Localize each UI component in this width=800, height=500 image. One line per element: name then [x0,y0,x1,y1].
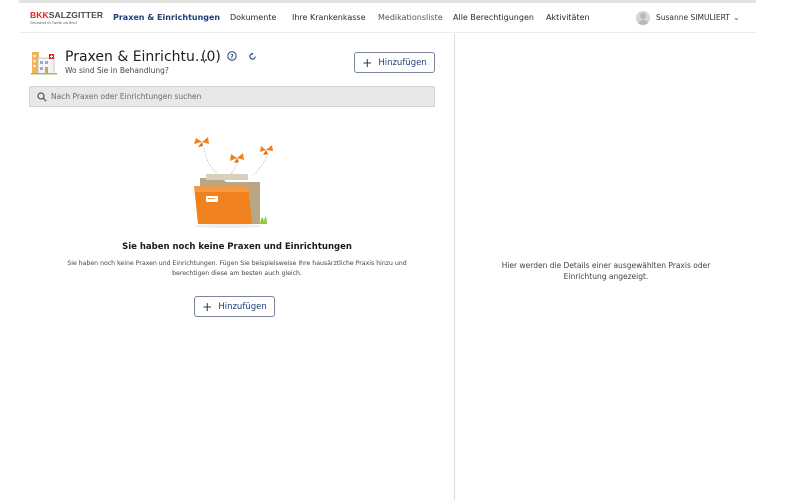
detail-panel: Hier werden die Details einer ausgewählt… [456,34,756,500]
nav-praxen-einrichtungen[interactable]: Praxen & Einrichtungen [113,3,220,33]
header: BKKSALZGITTER Gesundheit für Familie und… [19,3,756,33]
user-name: Susanne SIMULIERT [656,13,730,22]
search-bar[interactable] [29,86,435,107]
nav-dokumente[interactable]: Dokumente [230,3,276,33]
add-button-label: Hinzufügen [218,301,267,312]
page-title: Praxen & Einrichtu... [65,49,209,65]
logo-tagline: Gesundheit für Familie und Beruf [30,21,77,25]
nav-label: Dokumente [230,13,277,22]
practice-count: (0) [201,49,221,65]
app-window: BKKSALZGITTER Gesundheit für Familie und… [19,0,756,500]
butterfly-icon [194,137,209,147]
logo-brand-part1: BKK [30,10,49,20]
practice-list-panel: Praxen & Einrichtu... (0) Wo sind Sie in… [19,34,455,500]
search-input[interactable] [51,87,431,106]
help-icon[interactable]: ? [227,51,237,61]
add-button-label: Hinzufügen [378,57,427,68]
nav-label: Ihre Krankenkasse [292,13,366,22]
search-icon [37,92,47,102]
avatar [636,11,650,25]
svg-text:?: ? [230,53,234,60]
page-subtitle: Wo sind Sie in Behandlung? [65,66,169,75]
empty-folder-illustration [194,137,273,228]
chevron-down-icon[interactable]: ⌄ [733,9,740,27]
detail-placeholder-message: Hier werden die Details einer ausgewählt… [501,261,711,281]
add-practice-button[interactable]: + Hinzufügen [354,52,435,73]
empty-state-description: Sie haben noch keine Praxen und Einricht… [67,260,407,277]
nav-label: Medikationsliste [378,13,443,22]
bkk-logo[interactable]: BKKSALZGITTER Gesundheit für Familie und… [30,10,103,28]
logo-brand-part2: SALZGITTER [48,10,104,20]
plus-icon: + [362,55,373,70]
refresh-icon[interactable] [248,52,257,61]
nav-ihre-krankenkasse[interactable]: Ihre Krankenkasse [292,3,366,33]
logo-wordmark: BKKSALZGITTER [30,10,103,20]
nav-alle-berechtigungen[interactable]: Alle Berechtigungen [453,3,534,33]
plus-icon: + [202,299,213,314]
empty-state-title: Sie haben noch keine Praxen und Einricht… [122,242,352,252]
building-icon [31,52,57,75]
nav-label: Praxen & Einrichtungen [113,13,221,22]
nav-medikationsliste[interactable]: Medikationsliste [378,3,443,33]
nav-aktivitaeten[interactable]: Aktivitäten [546,3,590,33]
add-practice-button-empty-state[interactable]: + Hinzufügen [194,296,275,317]
nav-label: Aktivitäten [546,13,590,22]
nav-label: Alle Berechtigungen [453,13,534,22]
